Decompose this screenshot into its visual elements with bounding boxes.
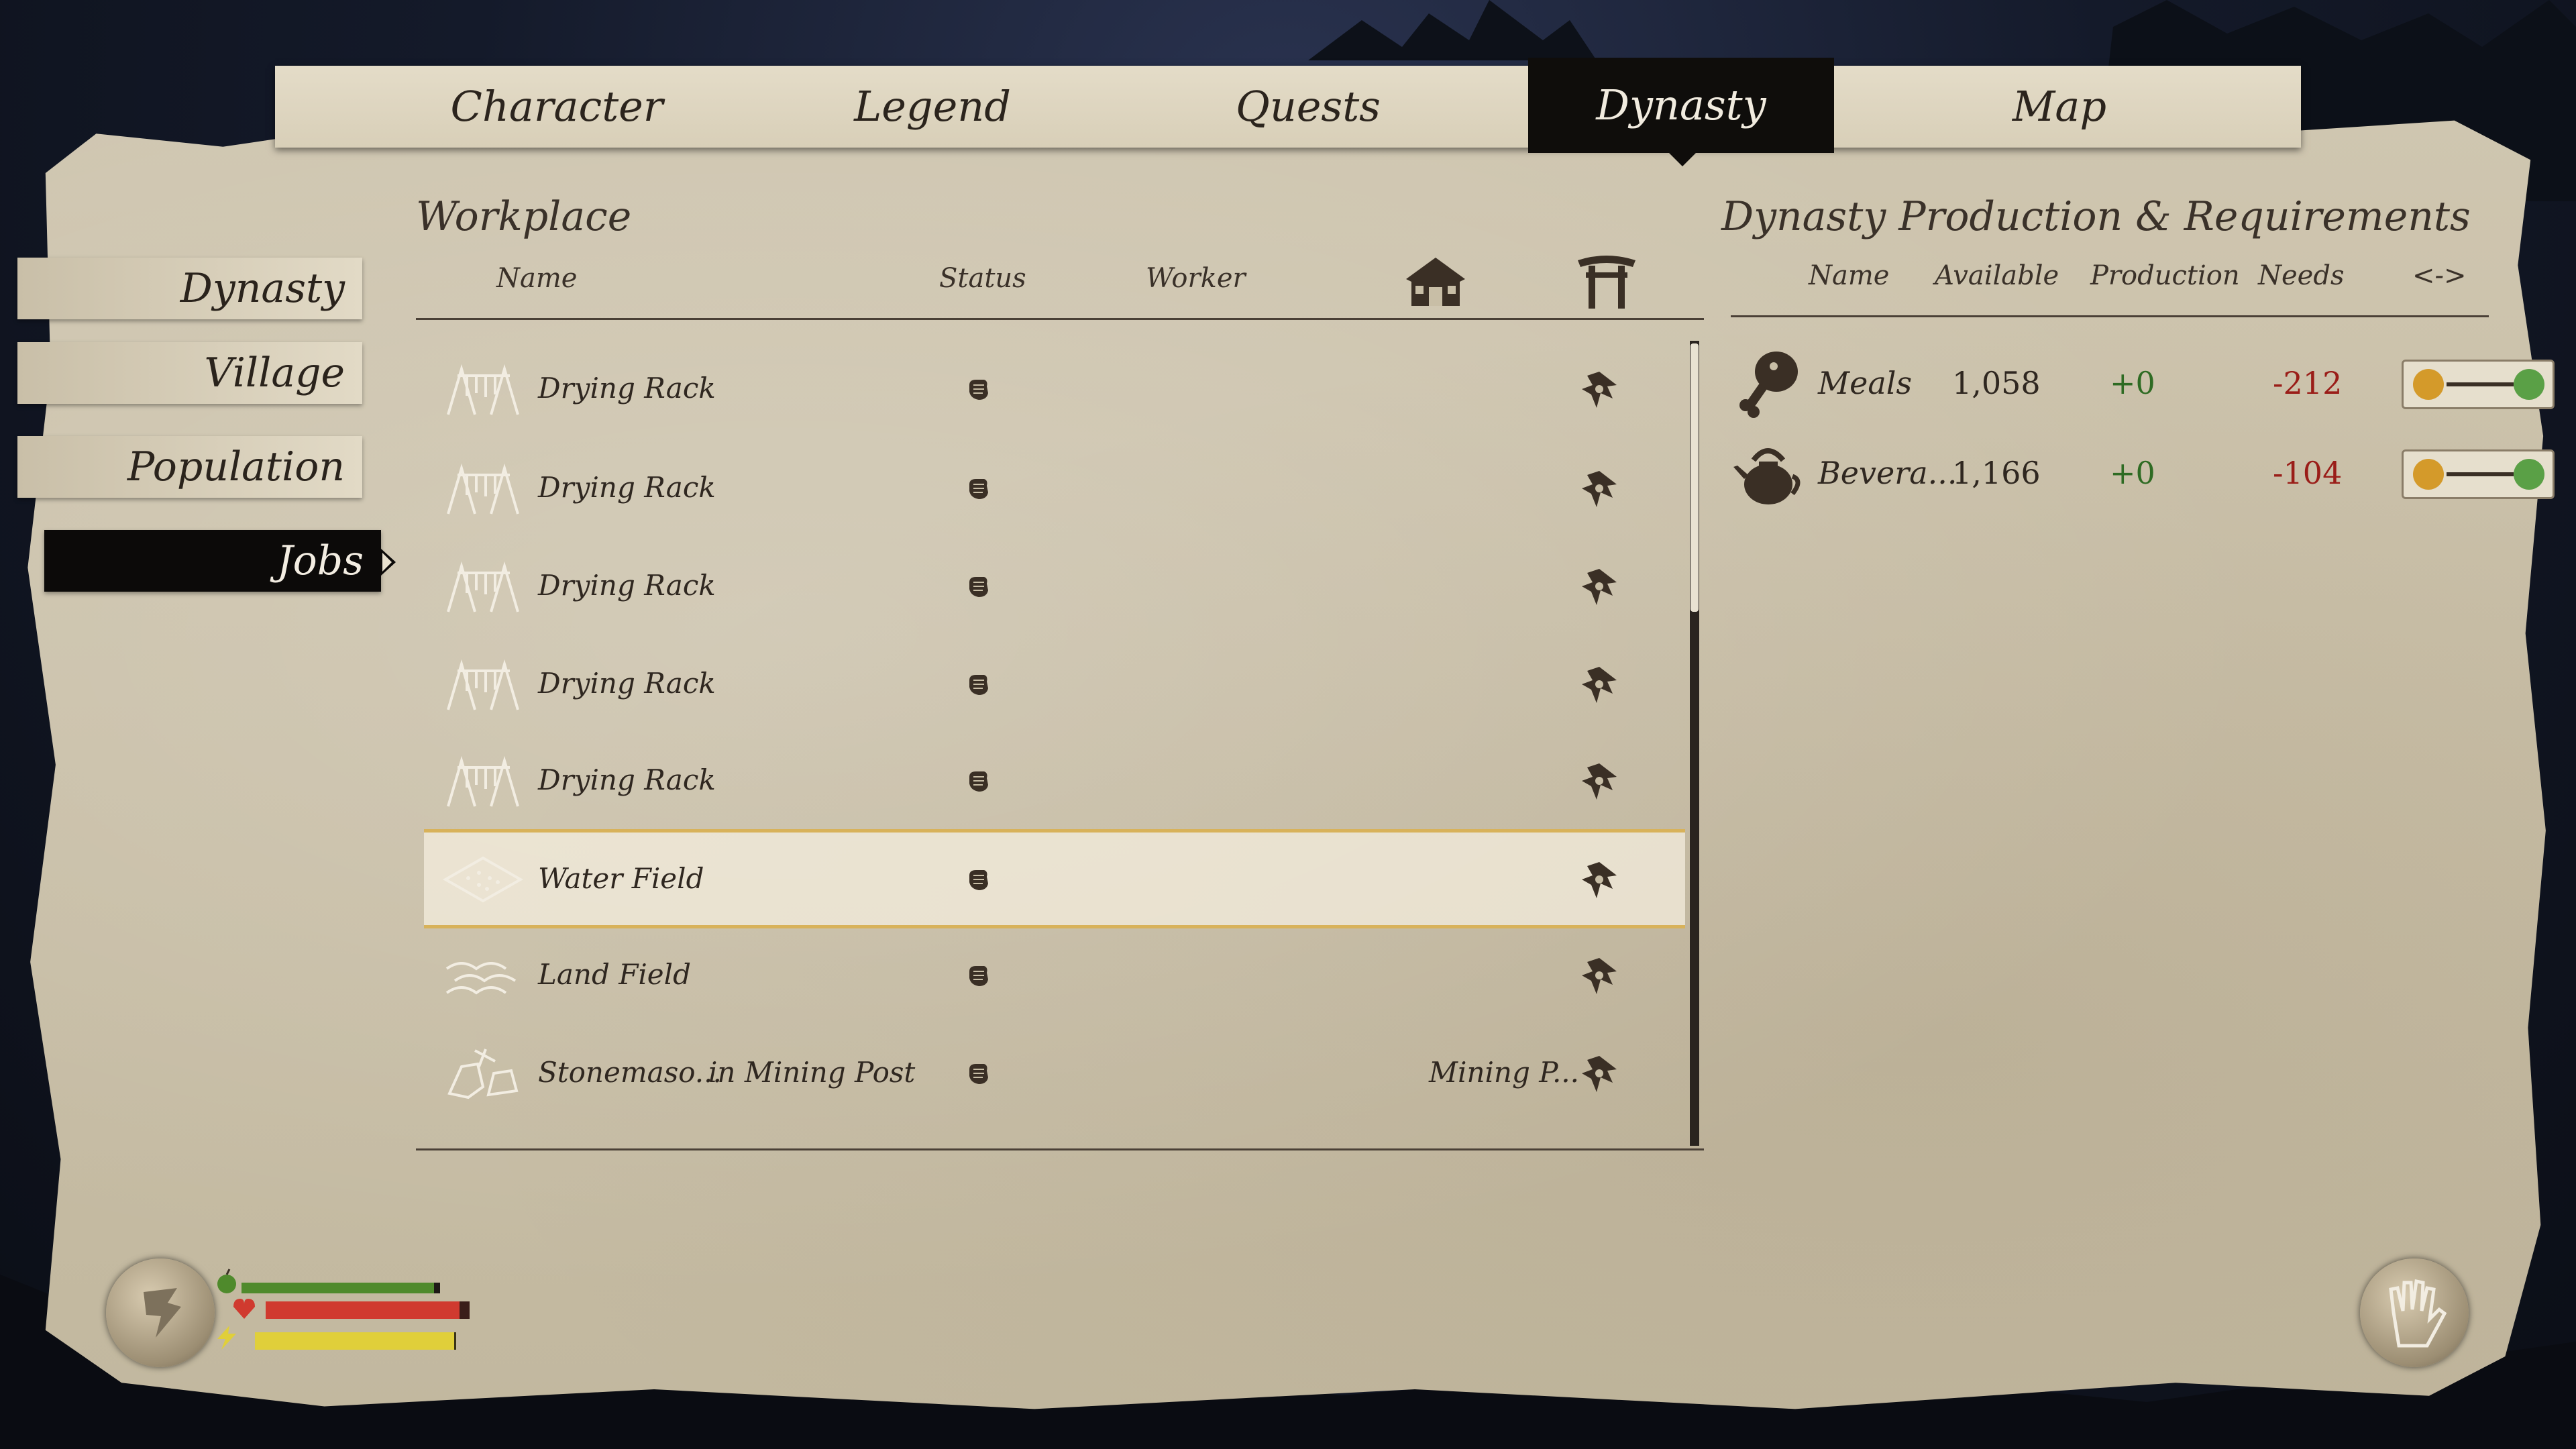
energy-bar-fill (255, 1332, 454, 1350)
neutral-face-icon (2413, 369, 2444, 400)
status-fist-icon (969, 966, 988, 986)
dynasty-emblem-badge (106, 1258, 215, 1367)
resource-production: +0 (2110, 455, 2155, 491)
status-fist-icon (969, 771, 988, 792)
table-row[interactable]: Drying Rack (424, 734, 1685, 826)
stonemason-icon (447, 1049, 519, 1099)
workplace-name: Stonemaso... (538, 1056, 722, 1089)
workplace-name: Drying Rack (538, 569, 716, 602)
status-fist-icon (969, 675, 988, 695)
status-fist-icon (969, 577, 988, 597)
sidebar-item-population[interactable]: Population (17, 436, 362, 498)
production-header-rule (1731, 315, 2489, 317)
tab-character[interactable]: Character (376, 66, 738, 148)
active-tab-pointer (1668, 152, 1697, 166)
food-bar-fill (241, 1283, 434, 1293)
assign-job-icon[interactable] (1578, 859, 1621, 902)
satisfaction-bar (2447, 382, 2514, 386)
workplace-footer-rule (416, 1148, 1704, 1150)
assign-job-icon[interactable] (1578, 761, 1621, 804)
status-fist-icon (969, 870, 988, 890)
torii-gate-icon[interactable] (1576, 252, 1637, 310)
resource-row-beverages: Bevera... 1,166 +0 -104 (1731, 436, 2555, 517)
satisfaction-bar (2447, 472, 2514, 476)
workplace-name: Drying Rack (538, 667, 716, 700)
table-row[interactable]: Drying Rack (424, 441, 1685, 534)
resource-needs: -104 (2273, 455, 2343, 491)
resource-production: +0 (2110, 365, 2155, 401)
column-header-worker[interactable]: Worker (1146, 263, 1246, 294)
status-fist-icon (969, 380, 988, 400)
workplace-title: Workplace (416, 193, 632, 240)
assign-job-icon[interactable] (1578, 664, 1621, 707)
table-row[interactable]: Drying Rack (424, 539, 1685, 632)
drying-rack-icon (447, 463, 519, 515)
assign-job-icon[interactable] (1578, 468, 1621, 511)
tab-quests[interactable]: Quests (1127, 66, 1489, 148)
drying-rack-icon (447, 755, 519, 807)
status-fist-icon (969, 1064, 988, 1084)
workplace-name: Land Field (538, 958, 691, 991)
workplace-scrollbar-thumb[interactable] (1690, 343, 1699, 612)
resource-row-meals: Meals 1,058 +0 -212 (1731, 346, 2555, 427)
column-header-name[interactable]: Name (496, 263, 577, 294)
resource-available: 1,166 (1952, 455, 2041, 491)
resource-name: Bevera... (1818, 455, 1957, 491)
tab-map[interactable]: Map (1878, 66, 2241, 148)
table-row[interactable]: Land Field (424, 928, 1685, 1021)
table-row[interactable]: Drying Rack (424, 342, 1685, 435)
tab-legend[interactable]: Legend (751, 66, 1114, 148)
workplace-name: Drying Rack (538, 471, 716, 504)
house-icon[interactable] (1402, 254, 1469, 310)
swap-columns-button[interactable]: <-> (2412, 260, 2467, 291)
workplace-building: Mining P... (1429, 1056, 1580, 1089)
dynasty-crest-icon (144, 1288, 181, 1338)
sidebar-active-arrow-inner (382, 553, 392, 572)
teapot-icon (1733, 448, 1801, 504)
drying-rack-icon (447, 364, 519, 415)
tab-dynasty[interactable]: Dynasty (1528, 58, 1834, 153)
column-header-status[interactable]: Status (939, 263, 1026, 294)
production-title: Dynasty Production & Requirements (1721, 193, 2471, 240)
health-heart-icon (233, 1299, 255, 1319)
water-field-icon (442, 856, 524, 903)
happy-face-icon (2514, 459, 2544, 490)
workplace-header-rule (416, 318, 1704, 320)
table-row[interactable]: Stonemaso... in Mining Post Mining P... (424, 1026, 1685, 1119)
sidebar-item-village[interactable]: Village (17, 342, 362, 404)
satisfaction-indicator[interactable] (2402, 449, 2555, 499)
meat-drumstick-icon (1739, 352, 1798, 418)
table-row[interactable]: Drying Rack (424, 637, 1685, 730)
workplace-name: Drying Rack (538, 372, 716, 405)
status-fist-icon (969, 479, 988, 499)
column-header-production[interactable]: Production (2090, 260, 2240, 291)
happy-face-icon (2514, 369, 2544, 400)
column-header-needs[interactable]: Needs (2258, 260, 2344, 291)
land-field-icon (445, 962, 517, 995)
drying-rack-icon (447, 659, 519, 710)
neutral-face-icon (2413, 459, 2444, 490)
energy-lightning-icon (217, 1326, 236, 1350)
assign-job-icon[interactable] (1578, 369, 1621, 412)
food-apple-icon (217, 1269, 236, 1293)
health-bar-fill (266, 1301, 460, 1319)
column-header-resource-name[interactable]: Name (1809, 260, 1889, 291)
sidebar-item-dynasty[interactable]: Dynasty (17, 258, 362, 319)
assign-job-icon[interactable] (1578, 566, 1621, 609)
open-hand-icon (2389, 1279, 2447, 1348)
sidebar-item-jobs[interactable]: Jobs (44, 530, 381, 592)
satisfaction-indicator[interactable] (2402, 360, 2555, 409)
assign-job-icon[interactable] (1578, 1053, 1621, 1096)
resource-available: 1,058 (1952, 365, 2041, 401)
column-header-available[interactable]: Available (1935, 260, 2059, 291)
resource-name: Meals (1818, 365, 1913, 401)
workplace-location: in Mining Post (708, 1056, 916, 1089)
workplace-name: Water Field (538, 862, 704, 895)
assign-job-icon[interactable] (1578, 955, 1621, 998)
drying-rack-icon (447, 561, 519, 612)
interact-hand-badge (2360, 1258, 2469, 1367)
workplace-name: Drying Rack (538, 763, 716, 796)
table-row-selected[interactable]: Water Field (424, 829, 1685, 928)
resource-needs: -212 (2273, 365, 2343, 401)
